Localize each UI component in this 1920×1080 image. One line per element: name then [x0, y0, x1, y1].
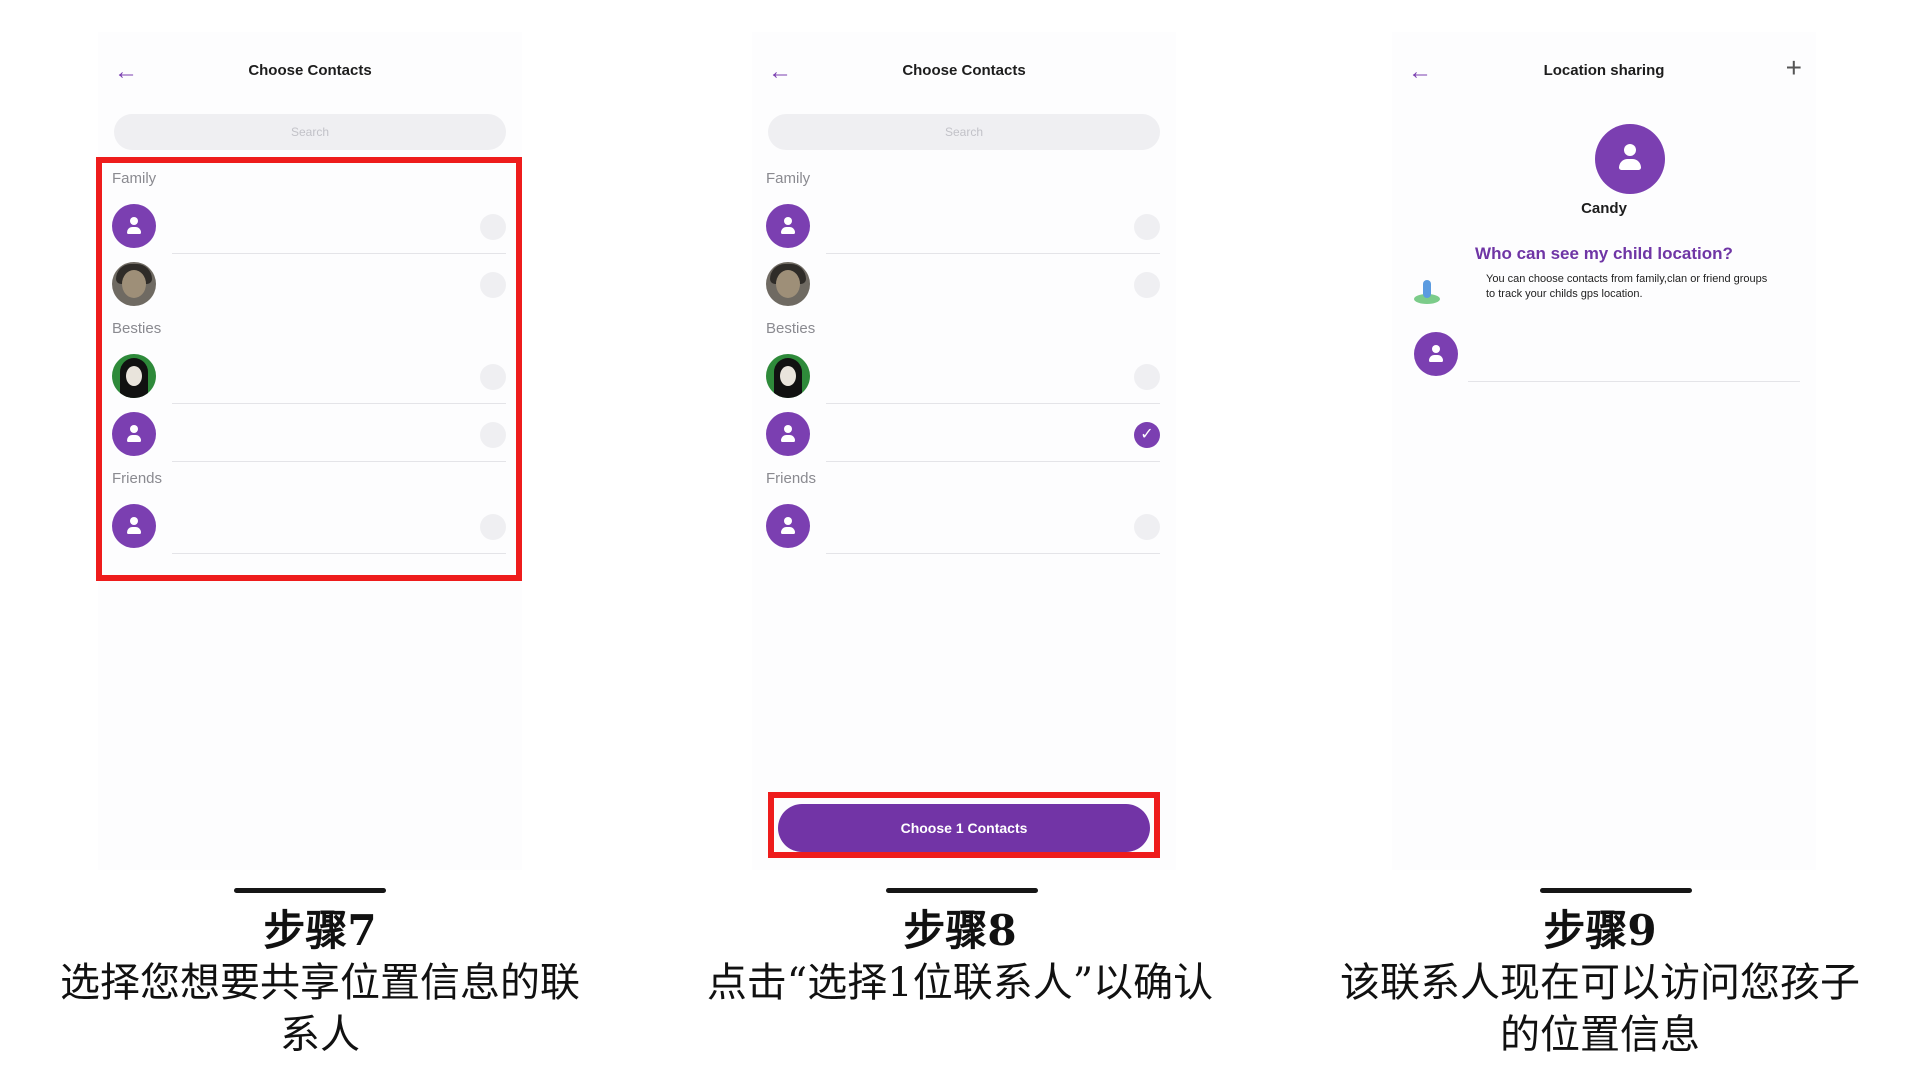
person-icon	[766, 204, 810, 248]
step7-panel: ← Choose Contacts Search Family Besties …	[0, 0, 640, 1080]
step-number: 步骤8	[903, 906, 1017, 955]
select-radio[interactable]	[1134, 364, 1160, 390]
caption-line: 选择您想要共享位置信息的联	[60, 960, 580, 1006]
contact-row[interactable]	[766, 198, 1160, 254]
caption-line: 的位置信息	[1500, 1012, 1700, 1058]
group-label-friends: Friends	[766, 470, 817, 487]
home-indicator	[1540, 888, 1692, 893]
home-indicator	[234, 888, 386, 893]
select-radio[interactable]	[1134, 272, 1160, 298]
avatar-photo	[766, 354, 810, 398]
info-line: You can choose contacts from family,clan…	[1486, 273, 1768, 285]
top-bar: ← Location sharing +	[1392, 32, 1816, 112]
shared-contact-row[interactable]	[1414, 326, 1800, 382]
person-icon	[766, 412, 810, 456]
child-name: Candy	[1581, 200, 1627, 217]
group-label-besties: Besties	[766, 320, 816, 337]
phone-screen: ← Location sharing + Candy Who can see m…	[1392, 32, 1816, 870]
caption-line: 点击“选择1位联系人”以确认	[706, 960, 1214, 1006]
checkmark-icon[interactable]: ✓	[1134, 422, 1160, 448]
top-bar: ← Choose Contacts	[98, 32, 522, 112]
step7-caption: 步骤7 选择您想要共享位置信息的联 系人	[0, 905, 640, 1061]
avatar-photo	[766, 262, 810, 306]
select-radio[interactable]	[1134, 214, 1160, 240]
person-icon	[1414, 332, 1458, 376]
contact-row[interactable]	[766, 348, 1160, 404]
page-title: Choose Contacts	[248, 62, 372, 79]
child-avatar	[1595, 124, 1665, 194]
phone-screen: ← Choose Contacts Search Family Besties …	[752, 32, 1176, 870]
info-text: You can choose contacts from family,clan…	[1486, 272, 1816, 302]
highlight-box	[768, 792, 1160, 858]
step9-panel: ← Location sharing + Candy Who can see m…	[1280, 0, 1920, 1080]
contact-row[interactable]	[766, 498, 1160, 554]
contact-row[interactable]	[766, 256, 1160, 312]
step-number: 步骤9	[1543, 906, 1657, 955]
caption-line: 系人	[280, 1012, 360, 1058]
step8-panel: ← Choose Contacts Search Family Besties …	[640, 0, 1280, 1080]
info-line: to track your childs gps location.	[1486, 288, 1643, 300]
top-bar: ← Choose Contacts	[752, 32, 1176, 112]
section-heading: Who can see my child location?	[1475, 244, 1733, 263]
page-title: Location sharing	[1543, 62, 1665, 79]
contact-row-selected[interactable]: ✓	[766, 406, 1160, 462]
location-pin-icon	[1414, 278, 1440, 306]
search-input[interactable]: Search	[114, 114, 506, 150]
step-number: 步骤7	[263, 906, 377, 955]
group-label-family: Family	[766, 170, 811, 187]
page-title: Choose Contacts	[902, 62, 1026, 79]
caption-line: 该联系人现在可以访问您孩子	[1340, 960, 1860, 1006]
step9-caption: 步骤9 该联系人现在可以访问您孩子 的位置信息	[1280, 905, 1920, 1061]
select-radio[interactable]	[1134, 514, 1160, 540]
home-indicator	[886, 888, 1038, 893]
step8-caption: 步骤8 点击“选择1位联系人”以确认	[640, 905, 1280, 1009]
person-icon	[766, 504, 810, 548]
highlight-box	[96, 157, 522, 581]
search-input[interactable]: Search	[768, 114, 1160, 150]
plus-icon[interactable]: +	[1786, 54, 1802, 82]
